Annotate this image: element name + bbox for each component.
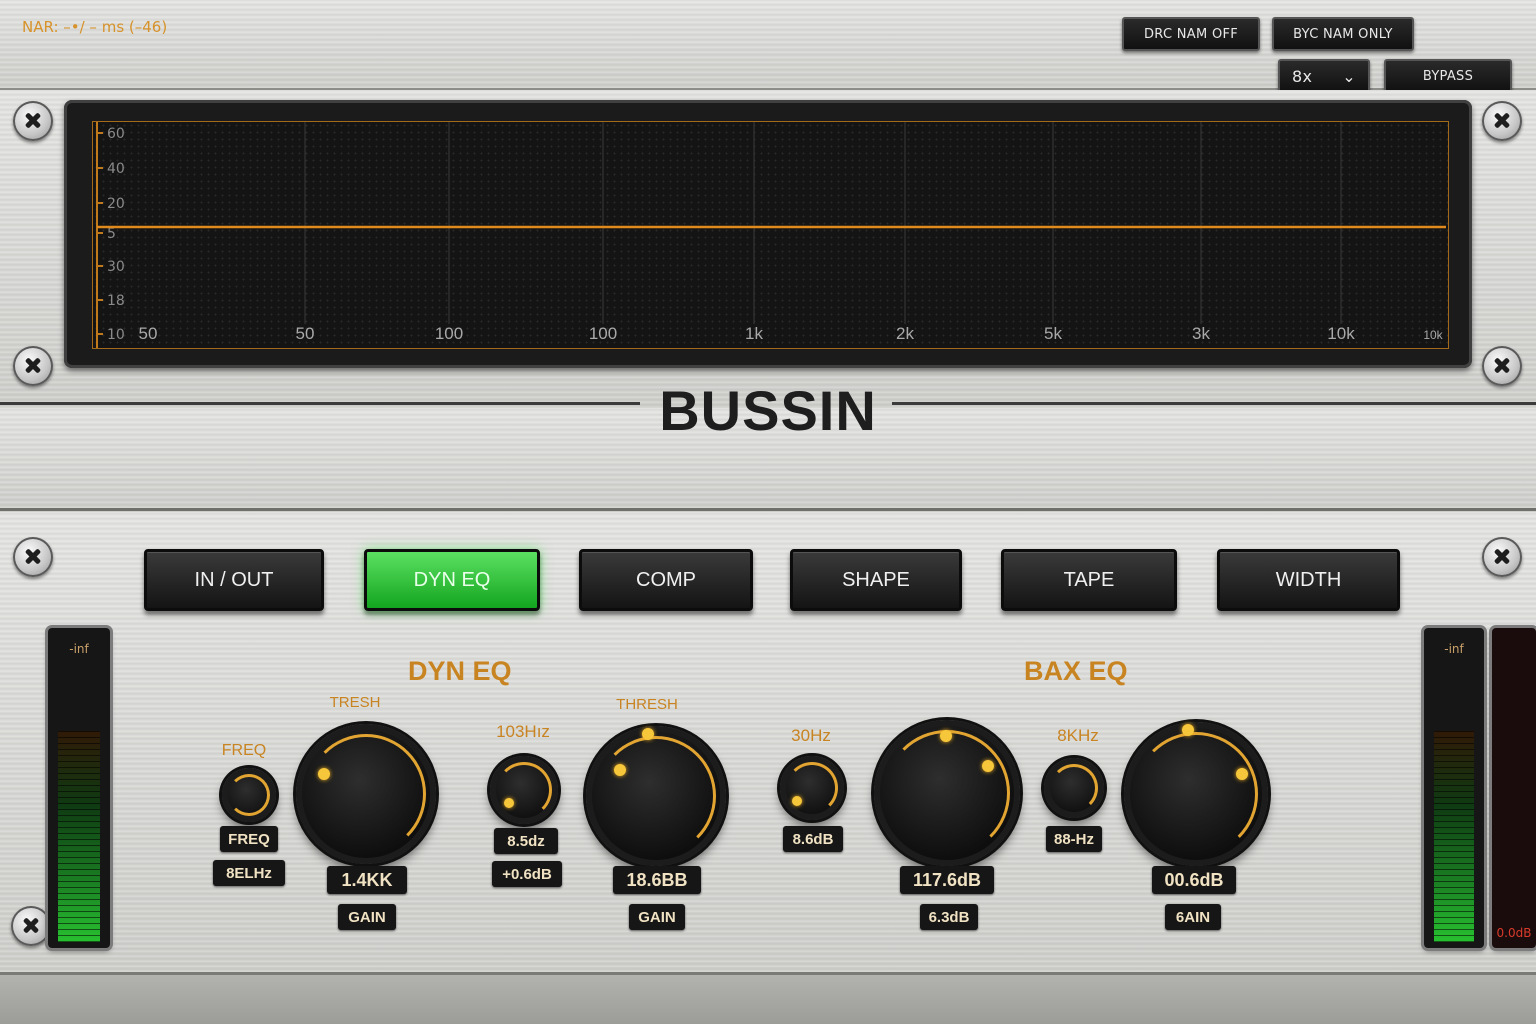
threshold-knob-1[interactable]: [296, 724, 436, 864]
knob-arc: [884, 730, 1010, 856]
bottom-strip: [0, 975, 1536, 1024]
bax-freq-knob-1[interactable]: [780, 756, 844, 820]
y-tick-label: 60: [107, 126, 125, 142]
knob-arc: [496, 762, 552, 818]
knob-indicator: [982, 760, 994, 772]
threshold-2-value[interactable]: 18.6BB: [613, 866, 701, 894]
knob-arc: [228, 774, 270, 816]
y-tick-label: 10: [107, 327, 125, 343]
screw-icon: [1482, 537, 1522, 577]
freq2-label: 103Hız: [496, 722, 550, 741]
module-comp-button[interactable]: COMP: [579, 549, 753, 611]
module-tape-button[interactable]: TAPE: [1001, 549, 1177, 611]
knob-indicator: [792, 796, 802, 806]
x-tick-label: 100: [589, 324, 617, 343]
bax-freq1-label: 30Hz: [791, 726, 831, 745]
drc-nam-off-button[interactable]: DRC NAM OFF: [1122, 17, 1260, 51]
oversample-value: 8x: [1292, 66, 1313, 86]
input-meter-level: [58, 731, 100, 942]
x-tick-label: 10k: [1423, 328, 1443, 342]
threshold-1-value[interactable]: 1.4KK: [327, 866, 407, 894]
bax-freq-knob-2[interactable]: [1044, 758, 1104, 818]
bax-gain-knob-2[interactable]: [1124, 722, 1268, 866]
knob-indicator: [642, 728, 654, 740]
output-meter-level: [1434, 731, 1474, 942]
screw-icon: [11, 906, 51, 946]
knob-arc: [306, 734, 426, 854]
thresh2-label: THRESH: [616, 696, 678, 713]
y-tick-label: 20: [107, 196, 125, 212]
freq2-value[interactable]: 8.5dz: [494, 828, 558, 854]
output-peak-readout: 0.0dB: [1496, 926, 1532, 940]
y-tick-label: 18: [107, 293, 125, 309]
bax-knob1-sub: 6.3dB: [920, 904, 978, 930]
knob-arc: [786, 762, 838, 814]
freq-knob-2[interactable]: [490, 756, 558, 824]
screw-icon: [13, 101, 53, 141]
oversample-select[interactable]: 8x ⌄: [1278, 59, 1370, 93]
knob-indicator: [1182, 724, 1194, 736]
knob-indicator: [614, 764, 626, 776]
plugin-title: BUSSIN: [659, 379, 877, 442]
x-tick-label: 5k: [1044, 324, 1062, 343]
bax-gain-knob-1[interactable]: [874, 720, 1020, 866]
bax-knob1-value[interactable]: 117.6dB: [900, 866, 994, 894]
gain-1-label: GAIN: [338, 904, 396, 930]
knob-indicator: [1236, 768, 1248, 780]
x-tick-label: 50: [296, 324, 315, 343]
dyn-eq-title: DYN EQ: [408, 656, 512, 686]
gain-2-value[interactable]: +0.6dB: [492, 861, 562, 887]
freq-top-label: FREQ: [221, 742, 267, 759]
bax-knob2-value[interactable]: 00.6dB: [1152, 866, 1236, 894]
input-meter-label: -inf: [69, 642, 89, 656]
output-meter-label: -inf: [1444, 642, 1464, 656]
output-meter: -inf: [1424, 628, 1484, 948]
x-tick-label: 1k: [745, 324, 763, 343]
gain-3-label: GAIN: [629, 904, 685, 930]
knob-arc: [1050, 764, 1098, 812]
knob-indicator: [940, 730, 952, 742]
module-width-button[interactable]: WIDTH: [1217, 549, 1400, 611]
y-tick-label: 5: [107, 226, 116, 242]
knob-arc: [596, 736, 716, 856]
x-tick-label: 10k: [1327, 324, 1355, 343]
bax-freq2-value[interactable]: 88-Hz: [1046, 826, 1102, 852]
knob-indicator: [318, 768, 330, 780]
eq-graph[interactable]: 60 40 20 5 30 18 10 50 50 100 100 1k 2k 5k 3k 10k 10k: [92, 121, 1449, 349]
freq-value[interactable]: 8ELHz: [213, 860, 285, 886]
chevron-down-icon: ⌄: [1342, 66, 1356, 86]
bypass-button[interactable]: BYPASS: [1384, 59, 1512, 93]
eq-graph-svg: 60 40 20 5 30 18 10 50 50 100 100 1k 2k 5k 3k 10k 10k: [96, 122, 1446, 348]
screw-icon: [13, 537, 53, 577]
freq-knob[interactable]: [222, 768, 276, 822]
output-peak-meter: 0.0dB: [1492, 628, 1536, 948]
x-tick-label: 2k: [896, 324, 914, 343]
input-meter: -inf: [48, 628, 110, 948]
bax-freq2-label: 8KHz: [1057, 726, 1099, 745]
latency-readout: NAR: –•/ – ms (–46): [22, 18, 168, 36]
bax-freq1-value[interactable]: 8.6dB: [783, 826, 843, 852]
thresh1-label: TRESH: [329, 694, 381, 711]
y-tick-label: 30: [107, 259, 125, 275]
x-tick-label: 50: [139, 324, 158, 343]
threshold-knob-2[interactable]: [586, 726, 726, 866]
x-tick-label: 100: [435, 324, 463, 343]
y-tick-label: 40: [107, 161, 125, 177]
byc-nam-only-button[interactable]: BYC NAM ONLY: [1272, 17, 1414, 51]
knob-indicator: [504, 798, 514, 808]
freq-label-box: FREQ: [220, 826, 278, 852]
bax-eq-title: BAX EQ: [1024, 656, 1128, 686]
bax-knob2-label: 6AIN: [1165, 904, 1221, 930]
module-dyn-eq-button[interactable]: DYN EQ: [364, 549, 540, 611]
knob-arc: [1134, 732, 1258, 856]
x-tick-label: 3k: [1192, 324, 1210, 343]
module-shape-button[interactable]: SHAPE: [790, 549, 962, 611]
module-in-out-button[interactable]: IN / OUT: [144, 549, 324, 611]
screw-icon: [1482, 101, 1522, 141]
